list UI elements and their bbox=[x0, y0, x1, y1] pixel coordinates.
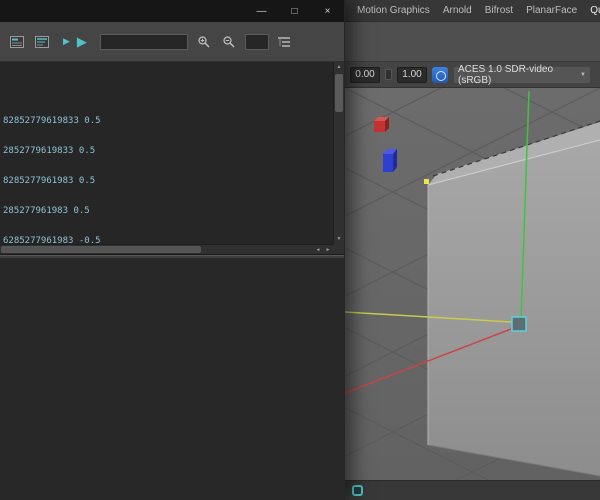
script-input-pane[interactable] bbox=[0, 259, 344, 500]
zoom-out-icon[interactable] bbox=[220, 33, 238, 51]
small-cube-red[interactable] bbox=[374, 117, 389, 132]
titlebar[interactable]: — □ × bbox=[0, 0, 344, 22]
zoom-in-icon[interactable] bbox=[195, 33, 213, 51]
exposure-field[interactable]: 0.00 bbox=[350, 66, 380, 83]
small-cube-blue[interactable] bbox=[383, 149, 397, 172]
vertex-handle[interactable] bbox=[424, 179, 429, 184]
minimize-button[interactable]: — bbox=[245, 0, 278, 22]
script-output-text: 82852779619833 0.5 2852779619833 0.5 828… bbox=[0, 62, 332, 244]
gamma-icon bbox=[385, 69, 392, 80]
execute-line-icon[interactable]: ▶ bbox=[63, 36, 70, 47]
output-line: 8285277961983 0.5 bbox=[3, 176, 96, 186]
horizontal-scrollbar[interactable]: ◄ ► bbox=[0, 244, 333, 254]
scroll-up-icon[interactable]: ▲ bbox=[334, 62, 344, 72]
scroll-right-icon[interactable]: ► bbox=[323, 245, 333, 254]
script-output-pane[interactable]: 82852779619833 0.5 2852779619833 0.5 828… bbox=[0, 62, 344, 255]
input-panel-icon[interactable] bbox=[33, 33, 51, 51]
maximize-button[interactable]: □ bbox=[278, 0, 311, 22]
color-management-icon[interactable] bbox=[432, 66, 448, 83]
close-button[interactable]: × bbox=[311, 0, 344, 22]
execute-all-icon[interactable]: ▶ bbox=[77, 34, 87, 50]
vertical-scroll-thumb[interactable] bbox=[335, 74, 343, 112]
shelf-tab-arnold[interactable]: Arnold bbox=[443, 5, 472, 16]
vertical-scrollbar[interactable]: ▲ ▼ bbox=[333, 62, 344, 244]
search-input[interactable] bbox=[99, 33, 188, 50]
output-line: 6285277961983 -0.5 bbox=[3, 236, 101, 244]
output-line: 2852779619833 0.5 bbox=[3, 146, 96, 156]
output-line: 285277961983 0.5 bbox=[3, 206, 90, 216]
shelf-tab-bifrost[interactable]: Bifrost bbox=[485, 5, 513, 16]
shelf-area bbox=[345, 22, 600, 62]
chevron-down-icon: ▼ bbox=[580, 71, 586, 78]
output-line: 82852779619833 0.5 bbox=[3, 116, 101, 126]
history-panel-icon[interactable] bbox=[8, 33, 26, 51]
bottom-bar bbox=[345, 480, 600, 500]
horizontal-scroll-thumb[interactable] bbox=[1, 246, 201, 253]
scrollbar-corner bbox=[333, 244, 344, 254]
viewport-scene bbox=[345, 88, 600, 480]
shelf-tab-qua[interactable]: Qua bbox=[590, 5, 600, 16]
shelf-tab-planarface[interactable]: PlanarFace bbox=[526, 5, 577, 16]
manipulator-center-handle[interactable] bbox=[511, 316, 527, 332]
shelf-tab-motion-graphics[interactable]: Motion Graphics bbox=[357, 5, 430, 16]
toolbar-field[interactable] bbox=[244, 33, 269, 50]
gamma-field[interactable]: 1.00 bbox=[397, 66, 427, 83]
view-transform-label: ACES 1.0 SDR-video (sRGB) bbox=[458, 63, 554, 86]
viewport-toolbar: 0.00 1.00 ACES 1.0 SDR-video (sRGB) ▼ bbox=[345, 62, 600, 88]
screen: Motion Graphics Arnold Bifrost PlanarFac… bbox=[0, 0, 600, 500]
view-transform-dropdown[interactable]: ACES 1.0 SDR-video (sRGB) ▼ bbox=[453, 63, 591, 86]
timeline-icon[interactable] bbox=[352, 485, 363, 496]
cube-object[interactable] bbox=[424, 120, 600, 477]
script-editor-toolbar: ▶ ▶ bbox=[0, 22, 344, 62]
viewport-3d[interactable] bbox=[345, 88, 600, 480]
horizontal-scroll-arrows: ◄ ► bbox=[313, 245, 333, 254]
outline-icon[interactable] bbox=[276, 33, 294, 51]
scroll-left-icon[interactable]: ◄ bbox=[313, 245, 323, 254]
script-editor-window: — □ × ▶ ▶ 82852779619833 0.5 28527796198… bbox=[0, 0, 345, 500]
scroll-down-icon[interactable]: ▼ bbox=[334, 234, 344, 244]
shelf-tab-bar: Motion Graphics Arnold Bifrost PlanarFac… bbox=[345, 0, 600, 22]
